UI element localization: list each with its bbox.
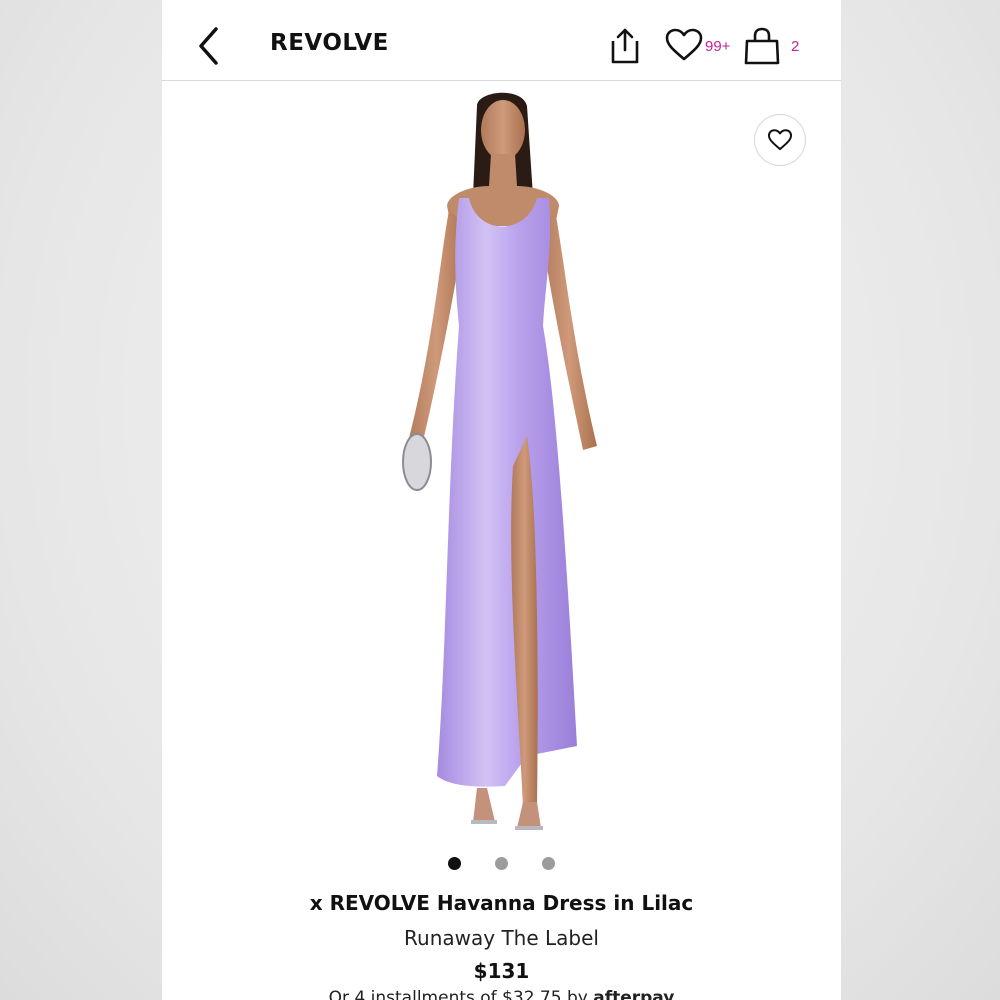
installments-info: Or 4 installments of $32.75 by afterpay: [162, 988, 841, 1000]
add-to-favorites-button[interactable]: [754, 114, 806, 166]
back-arrow-icon: [199, 27, 218, 65]
wishlist-button[interactable]: [664, 27, 704, 63]
revolve-logo[interactable]: REVOLVE: [270, 30, 389, 56]
afterpay-logo[interactable]: afterpay: [593, 988, 674, 1000]
share-icon: [611, 28, 639, 64]
bag-count-badge: 2: [791, 38, 800, 55]
share-button[interactable]: [608, 26, 642, 66]
back-button[interactable]: [192, 24, 228, 68]
product-title: x REVOLVE Havanna Dress in Lilac: [309, 891, 694, 915]
heart-icon: [665, 28, 703, 61]
carousel-dot-3[interactable]: [542, 857, 555, 870]
top-nav: REVOLVE 99+ 2: [162, 0, 841, 81]
heart-icon: [767, 129, 793, 151]
carousel-dot-2[interactable]: [495, 857, 508, 870]
wishlist-count-badge: 99+: [705, 38, 731, 55]
carousel-pagination: [162, 857, 841, 871]
product-photo: [402, 92, 597, 830]
product-price: $131: [473, 959, 530, 983]
phone-screen: REVOLVE 99+ 2 x REVOLVE Havanna Dress in…: [162, 0, 841, 1000]
product-image-carousel[interactable]: [162, 82, 841, 842]
product-brand-link[interactable]: Runaway The Label: [162, 926, 841, 950]
installments-text: Or 4 installments of $32.75 by: [328, 988, 588, 1000]
shopping-bag-button[interactable]: [742, 25, 782, 67]
bag-icon: [744, 27, 780, 65]
carousel-dot-1[interactable]: [448, 857, 461, 870]
